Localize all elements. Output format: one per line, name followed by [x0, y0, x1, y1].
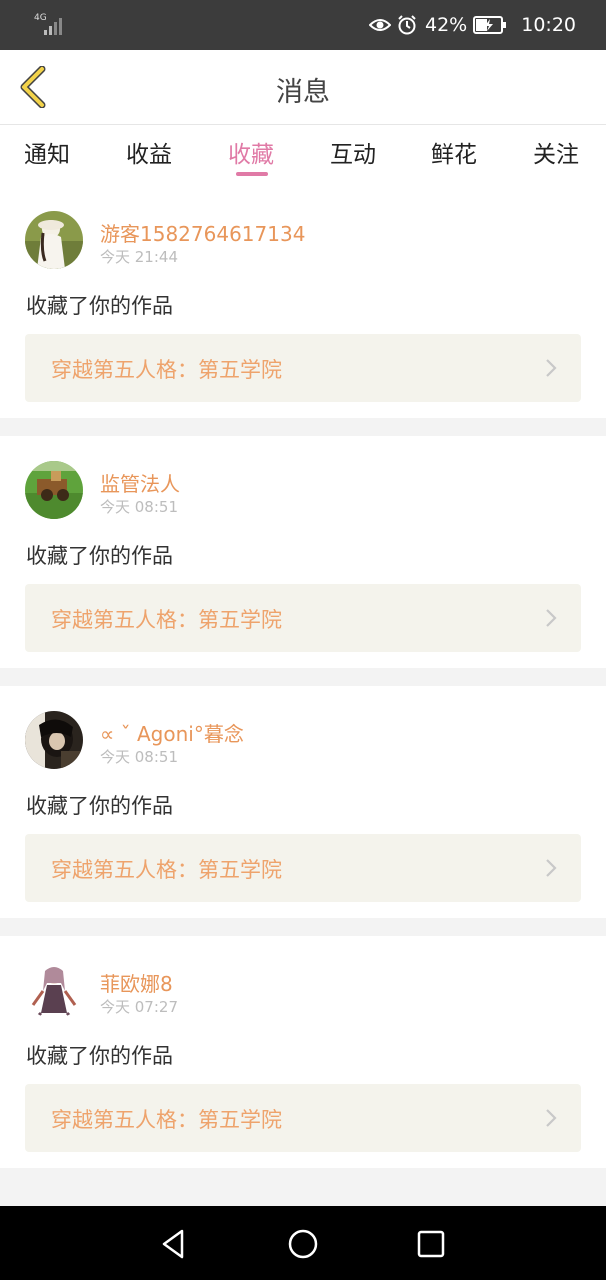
status-bar: 4G 42% 10:20 — [0, 0, 606, 50]
message-time: 今天 08:51 — [100, 748, 178, 766]
work-title: 穿越第五人格：第五学院 — [51, 358, 282, 382]
tab-favorites[interactable]: 收藏 — [228, 135, 274, 169]
tab-bar: 通知 收益 收藏 互动 鲜花 关注 — [0, 125, 606, 187]
status-right: 42% 10:20 — [369, 12, 576, 38]
signal-icon: 4G — [32, 13, 66, 35]
work-title: 穿越第五人格：第五学院 — [51, 1108, 282, 1132]
username-link[interactable]: 监管法人 — [100, 468, 180, 497]
eye-icon — [369, 17, 391, 33]
battery-charging-icon — [473, 16, 507, 34]
chevron-right-icon — [546, 859, 557, 877]
chevron-right-icon — [546, 1109, 557, 1127]
work-title: 穿越第五人格：第五学院 — [51, 858, 282, 882]
work-link[interactable]: 穿越第五人格：第五学院 — [25, 834, 581, 902]
message-card: ∝ ˇ Agoni°暮念 今天 08:51 收藏了你的作品 穿越第五人格：第五学… — [0, 686, 606, 918]
avatar[interactable] — [25, 461, 83, 519]
active-tab-indicator — [236, 172, 268, 176]
battery-percent: 42% — [425, 14, 468, 36]
tab-interactions[interactable]: 互动 — [330, 135, 376, 169]
recents-square-icon[interactable] — [413, 1226, 449, 1262]
action-text: 收藏了你的作品 — [26, 294, 173, 318]
home-circle-icon[interactable] — [285, 1226, 321, 1262]
clock-time: 10:20 — [521, 14, 576, 36]
username-link[interactable]: 游客1582764617134 — [100, 218, 305, 247]
avatar[interactable] — [25, 711, 83, 769]
action-text: 收藏了你的作品 — [26, 1044, 173, 1068]
chevron-right-icon — [546, 359, 557, 377]
action-text: 收藏了你的作品 — [26, 544, 173, 568]
tab-earnings[interactable]: 收益 — [126, 135, 172, 169]
back-triangle-icon[interactable] — [156, 1226, 192, 1262]
message-card: 监管法人 今天 08:51 收藏了你的作品 穿越第五人格：第五学院 — [0, 436, 606, 668]
avatar[interactable] — [25, 961, 83, 1019]
username-link[interactable]: 菲欧娜8 — [100, 968, 173, 997]
work-title: 穿越第五人格：第五学院 — [51, 608, 282, 632]
message-time: 今天 21:44 — [100, 248, 178, 266]
chevron-right-icon — [546, 609, 557, 627]
message-card: 菲欧娜8 今天 07:27 收藏了你的作品 穿越第五人格：第五学院 — [0, 936, 606, 1168]
work-link[interactable]: 穿越第五人格：第五学院 — [25, 584, 581, 652]
tab-notifications[interactable]: 通知 — [24, 135, 70, 169]
page-title: 消息 — [276, 77, 330, 108]
message-time: 今天 07:27 — [100, 998, 178, 1016]
work-link[interactable]: 穿越第五人格：第五学院 — [25, 334, 581, 402]
tab-flowers[interactable]: 鲜花 — [431, 135, 477, 169]
action-text: 收藏了你的作品 — [26, 794, 173, 818]
tab-following[interactable]: 关注 — [533, 135, 579, 169]
alarm-icon — [397, 15, 417, 35]
system-nav-bar — [0, 1206, 606, 1280]
avatar[interactable] — [25, 211, 83, 269]
message-card: 游客1582764617134 今天 21:44 收藏了你的作品 穿越第五人格：… — [0, 186, 606, 418]
app-header: 消息 — [0, 50, 606, 125]
username-link[interactable]: ∝ ˇ Agoni°暮念 — [100, 718, 244, 747]
message-time: 今天 08:51 — [100, 498, 178, 516]
work-link[interactable]: 穿越第五人格：第五学院 — [25, 1084, 581, 1152]
